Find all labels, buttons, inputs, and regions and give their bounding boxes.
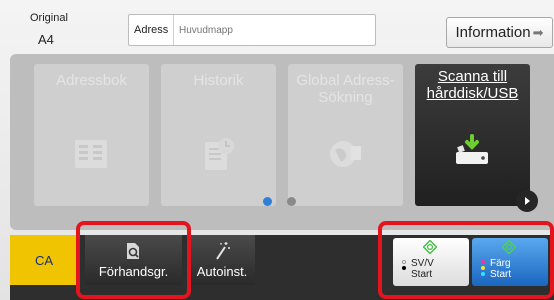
- auto-settings-button[interactable]: Autoinst.: [189, 235, 255, 285]
- highlight-preview: [76, 221, 191, 299]
- arrow-right-icon: ➡: [532, 24, 544, 40]
- hdd-usb-icon: [456, 134, 488, 164]
- address-field[interactable]: Adress: [128, 14, 376, 46]
- address-input[interactable]: [174, 24, 369, 36]
- tile-label: Scanna till hårddisk/USB: [426, 68, 519, 102]
- tile-history[interactable]: Historik: [161, 64, 276, 206]
- tile-label: Adressbok: [56, 72, 127, 89]
- tile-scan-to-hdd-usb[interactable]: Scanna till hårddisk/USB: [415, 64, 530, 206]
- history-icon: [205, 138, 234, 170]
- tile-global-address-search[interactable]: Global Adress-Sökning: [288, 64, 403, 206]
- next-page-button[interactable]: [516, 190, 538, 212]
- auto-settings-label: Autoinst.: [196, 264, 248, 279]
- original-size[interactable]: A4: [38, 32, 54, 47]
- information-label: Information: [455, 24, 531, 41]
- page-indicator-2[interactable]: [287, 197, 296, 206]
- tile-address-book[interactable]: Adressbok: [34, 64, 149, 206]
- original-label: Original: [30, 12, 68, 24]
- scan-home-screen: Original A4 Adress Information ➡ Adressb…: [0, 0, 554, 300]
- magic-wand-icon: [216, 242, 230, 260]
- globe-search-icon: [330, 141, 361, 167]
- tile-label: Historik: [193, 72, 244, 89]
- highlight-start-buttons: [378, 221, 554, 299]
- ca-label: CA: [34, 252, 54, 268]
- play-right-icon: [525, 197, 530, 205]
- tile-label: Global Adress-Sökning: [296, 72, 395, 106]
- information-button[interactable]: Information ➡: [446, 17, 553, 48]
- page-indicator-1[interactable]: [263, 197, 272, 206]
- address-label: Adress: [129, 15, 174, 45]
- clear-all-button[interactable]: CA: [10, 235, 78, 285]
- address-book-icon: [75, 140, 107, 168]
